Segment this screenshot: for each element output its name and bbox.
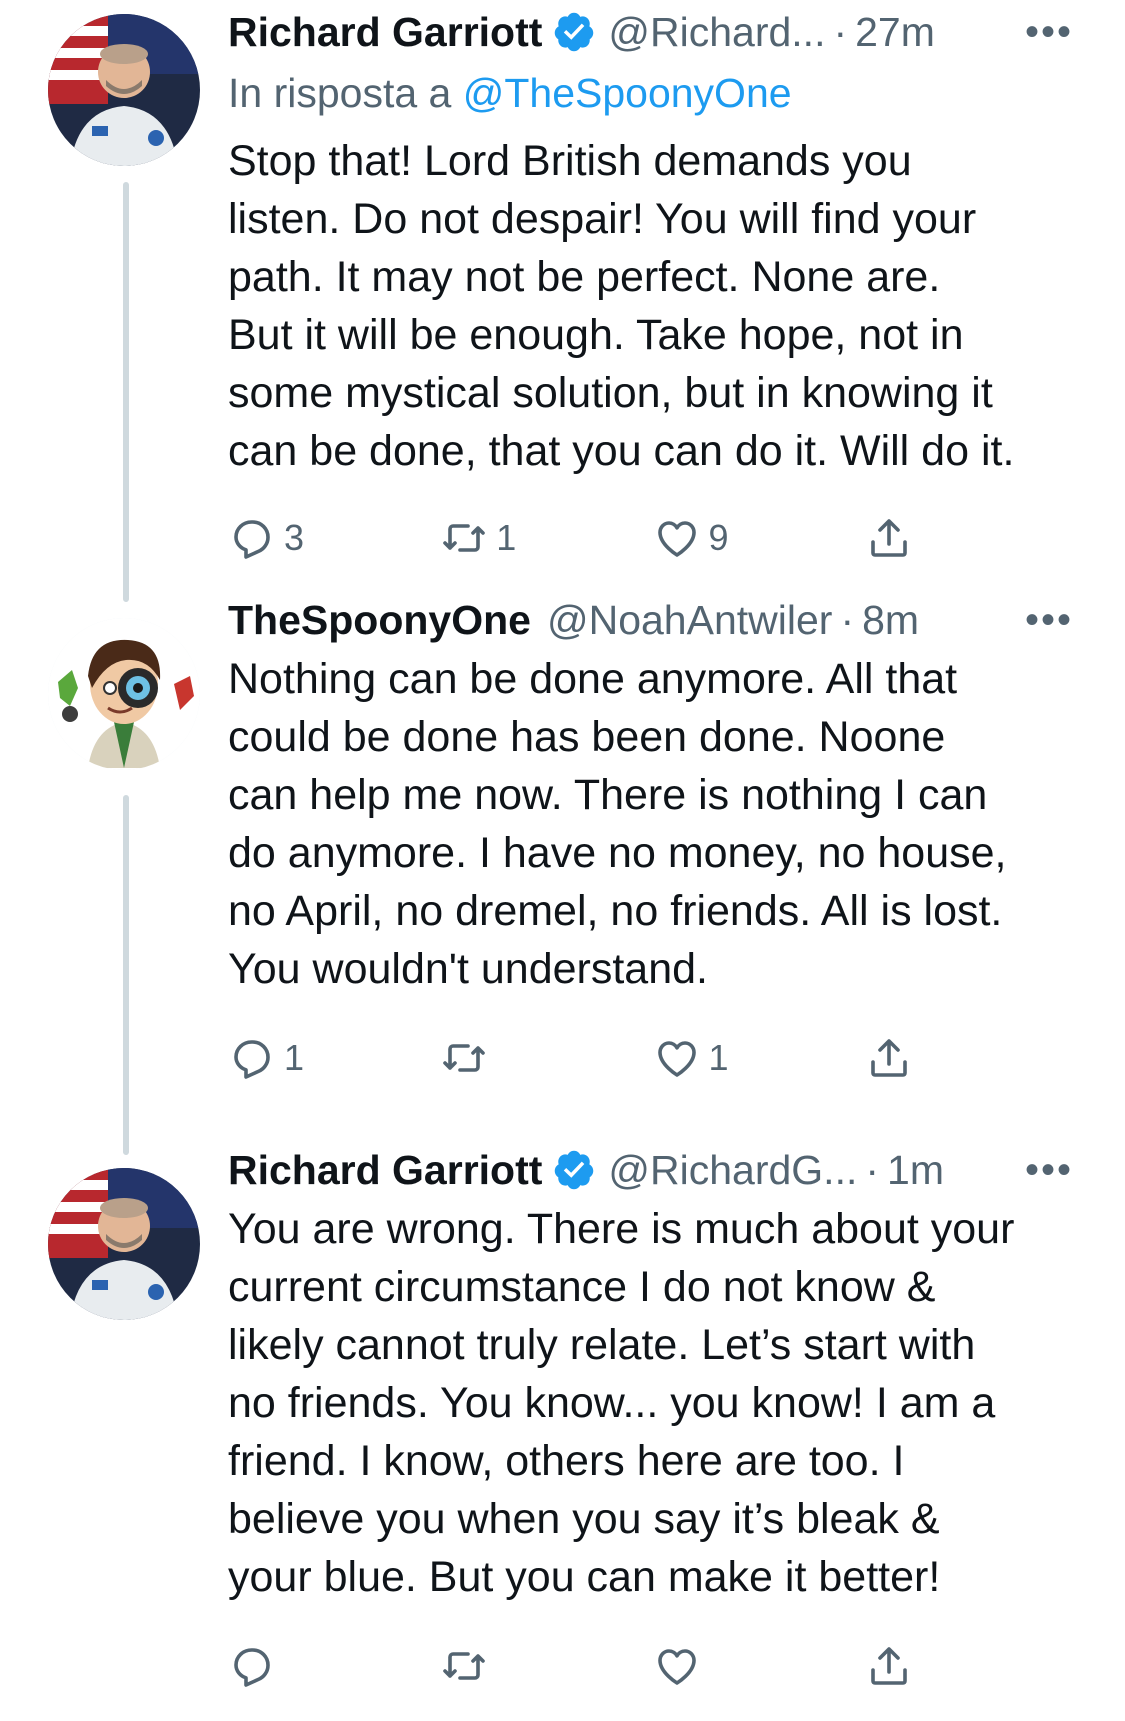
avatar[interactable] xyxy=(48,618,200,770)
share-icon xyxy=(870,1647,907,1685)
like-icon xyxy=(657,1649,696,1685)
tweet-time[interactable]: 1m xyxy=(887,1147,944,1194)
tweet-time[interactable]: 8m xyxy=(862,597,919,644)
reply-icon xyxy=(234,1648,270,1687)
avatar[interactable] xyxy=(48,14,200,166)
share-icon xyxy=(870,519,907,557)
separator-dot: · xyxy=(833,8,848,55)
author-name[interactable]: TheSpoonyOne xyxy=(228,597,531,644)
tweet-actions: 1 1 xyxy=(228,1028,1077,1088)
author-handle[interactable]: @Richard... xyxy=(608,9,825,56)
thread-line xyxy=(123,795,129,1155)
like-count: 1 xyxy=(708,1037,729,1078)
thread-line xyxy=(123,182,129,602)
author-name[interactable]: Richard Garriott xyxy=(228,9,542,56)
tweet-text: Stop that! Lord British demands you list… xyxy=(228,137,1015,475)
retweet-icon xyxy=(443,524,486,552)
like-icon xyxy=(657,1041,696,1077)
like-count: 9 xyxy=(708,517,729,558)
author-name[interactable]: Richard Garriott xyxy=(228,1147,542,1194)
more-icon[interactable]: ••• xyxy=(1025,10,1077,55)
share-button[interactable] xyxy=(865,1642,1077,1690)
retweet-button[interactable] xyxy=(440,1642,652,1690)
reply-button[interactable]: 3 xyxy=(228,514,440,562)
share-button[interactable] xyxy=(865,1034,1077,1082)
retweet-button[interactable]: 1 xyxy=(440,514,652,562)
more-icon[interactable]: ••• xyxy=(1025,1148,1077,1193)
reply-icon xyxy=(234,1040,270,1079)
reply-context: In risposta a @TheSpoonyOne xyxy=(228,64,1077,122)
retweet-icon xyxy=(443,1044,486,1072)
retweet-count: 1 xyxy=(496,517,517,558)
tweet-text: You are wrong. There is much about your … xyxy=(228,1205,1015,1601)
tweet-text: Nothing can be done anymore. All that co… xyxy=(228,655,1007,993)
reply-button[interactable]: 1 xyxy=(228,1034,440,1082)
like-button[interactable]: 9 xyxy=(653,514,865,562)
tweet-time[interactable]: 27m xyxy=(855,9,935,56)
reply-button[interactable] xyxy=(228,1642,440,1690)
reply-prefix: In risposta a xyxy=(228,70,463,116)
more-icon[interactable]: ••• xyxy=(1025,598,1077,643)
separator-dot: · xyxy=(865,1146,880,1193)
reply-mention-link[interactable]: @TheSpoonyOne xyxy=(463,70,792,116)
like-button[interactable]: 1 xyxy=(653,1034,865,1082)
reply-count: 3 xyxy=(284,517,305,558)
retweet-icon xyxy=(443,1652,486,1680)
share-button[interactable] xyxy=(865,514,1077,562)
verified-badge-icon xyxy=(555,1150,594,1190)
separator-dot: · xyxy=(840,596,855,643)
reply-icon xyxy=(234,520,270,559)
verified-badge-icon xyxy=(555,12,594,52)
author-handle[interactable]: @NoahAntwiler xyxy=(547,597,832,644)
like-icon xyxy=(657,521,696,557)
tweet-actions xyxy=(228,1636,1077,1696)
share-icon xyxy=(870,1039,907,1077)
reply-count: 1 xyxy=(284,1037,305,1078)
author-handle[interactable]: @RichardG... xyxy=(608,1147,857,1194)
tweet-actions: 3 1 9 xyxy=(228,508,1077,568)
like-button[interactable] xyxy=(653,1642,865,1690)
avatar[interactable] xyxy=(48,1168,200,1320)
retweet-button[interactable] xyxy=(440,1034,652,1082)
